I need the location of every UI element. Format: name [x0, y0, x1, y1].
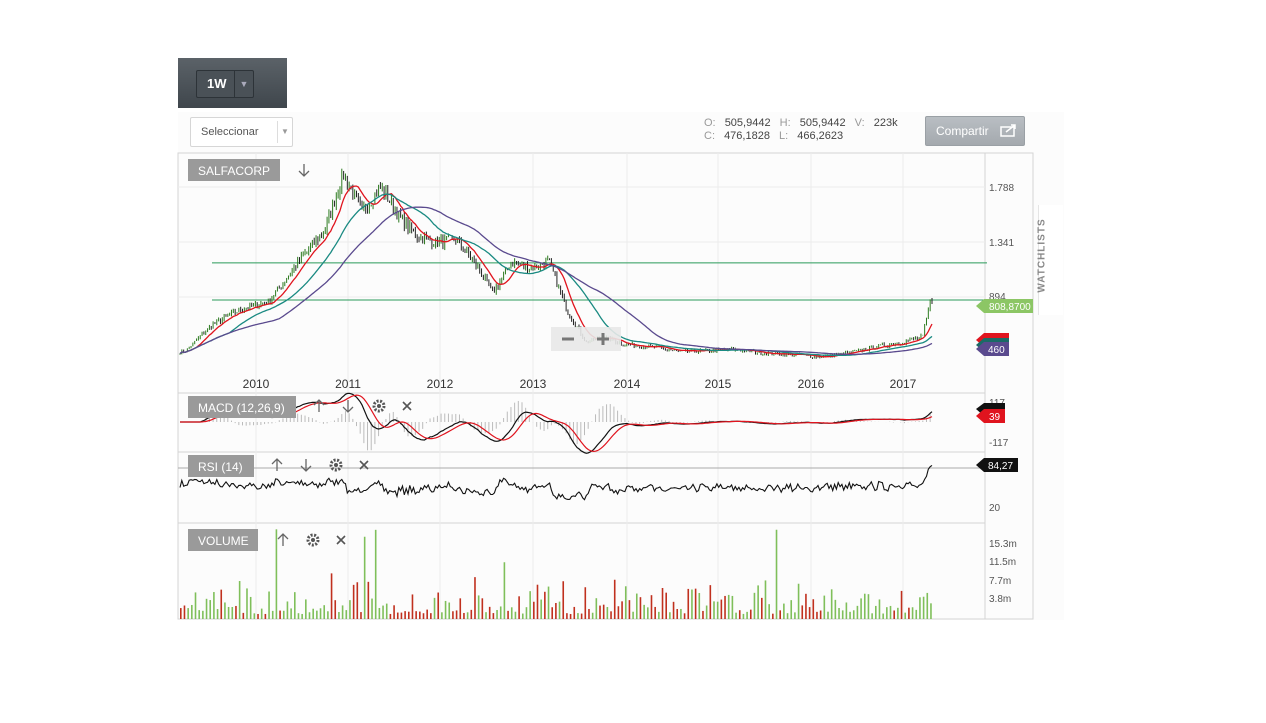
share-icon — [1000, 123, 1018, 140]
volume-value: 223k — [873, 117, 898, 129]
timeframe-label: 1W — [207, 76, 227, 91]
high-label: H: — [779, 117, 791, 129]
low-value: 466,2623 — [797, 130, 844, 142]
indicator-select-label: Seleccionar — [201, 126, 259, 138]
chart-panel — [178, 112, 1064, 620]
share-button[interactable]: Compartir — [925, 116, 1025, 146]
timeframe-dropdown[interactable]: 1W ▼ — [196, 70, 254, 98]
chevron-down-icon[interactable]: ▼ — [277, 121, 292, 143]
open-label: O: — [704, 117, 716, 129]
watchlists-tab[interactable]: WATCHLISTS — [1036, 205, 1063, 315]
close-label: C: — [704, 130, 715, 142]
low-label: L: — [779, 130, 789, 142]
high-value: 505,9442 — [799, 117, 846, 129]
chevron-down-icon[interactable]: ▼ — [234, 71, 253, 97]
open-value: 505,9442 — [724, 117, 771, 129]
share-label: Compartir — [936, 124, 989, 138]
close-value: 476,1828 — [724, 130, 770, 142]
indicator-select[interactable]: Seleccionar ▼ — [190, 117, 293, 147]
timeframe-selector-bar: 1W ▼ — [178, 58, 287, 108]
ohlc-readout: O: 505,9442 H: 505,9442 V: 223k C: 476,1… — [704, 117, 898, 143]
watchlists-label: WATCHLISTS — [1036, 218, 1048, 293]
volume-label: V: — [854, 117, 865, 129]
